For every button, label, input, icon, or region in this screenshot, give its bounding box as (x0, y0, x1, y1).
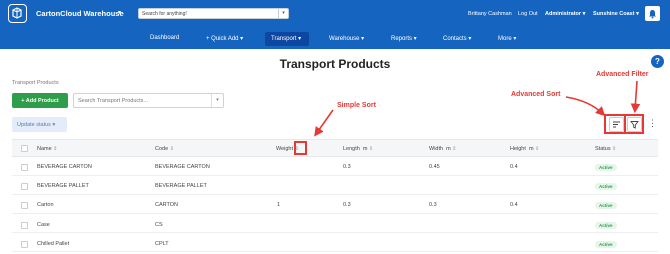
cell-width: 0.45 (429, 164, 440, 170)
advanced-filter-arrow (630, 80, 641, 114)
header-name[interactable]: Name ⇕ (37, 146, 57, 152)
cell-length: 0.3 (343, 164, 351, 170)
table-row[interactable] (12, 195, 658, 214)
sort-icon[interactable]: ⇕ (369, 146, 373, 152)
row-checkbox[interactable] (21, 164, 28, 171)
header-code[interactable]: Code ⇕ (155, 146, 174, 152)
table-row[interactable] (12, 214, 658, 233)
cell-code: CS (155, 222, 163, 228)
sort-icon[interactable]: ⇕ (612, 146, 616, 152)
status-badge: Active (595, 241, 617, 248)
table-header (12, 139, 658, 157)
status-badge: Active (595, 183, 617, 190)
header-length[interactable]: Length m ⇕ (343, 146, 373, 152)
cell-code: BEVERAGE CARTON (155, 164, 210, 170)
cell-code: CPLT (155, 241, 169, 247)
row-checkbox[interactable] (21, 183, 28, 190)
cell-name[interactable]: Carton (37, 202, 54, 208)
header-height[interactable]: Height m ⇕ (510, 146, 539, 152)
row-checkbox[interactable] (21, 202, 28, 209)
cell-weight: 1 (277, 202, 281, 208)
status-badge: Active (595, 202, 617, 209)
row-checkbox[interactable] (21, 222, 28, 229)
select-all-checkbox[interactable] (21, 145, 28, 152)
cell-width: 0.3 (429, 202, 437, 208)
table-row[interactable] (12, 176, 658, 195)
simple-sort-arrow (314, 109, 334, 137)
cell-name[interactable]: Chilled Pallet (37, 241, 69, 247)
cell-code: BEVERAGE PALLET (155, 183, 207, 189)
cell-name[interactable]: Case (37, 222, 50, 228)
sort-icon[interactable]: ⇕ (452, 146, 456, 152)
advanced-sort-arrow (565, 96, 606, 117)
cell-code: CARTON (155, 202, 179, 208)
sort-icon[interactable]: ⇕ (53, 146, 57, 152)
cell-height: 0.4 (510, 202, 518, 208)
cell-height: 0.4 (510, 164, 518, 170)
sort-icon[interactable]: ⇕ (535, 146, 539, 152)
cell-name[interactable]: BEVERAGE PALLET (37, 183, 89, 189)
simple-sort-highlight (294, 141, 307, 155)
header-status[interactable]: Status ⇕ (595, 146, 616, 152)
cell-length: 0.3 (343, 202, 351, 208)
status-badge: Active (595, 164, 617, 171)
cell-name[interactable]: BEVERAGE CARTON (37, 164, 92, 170)
table-row[interactable] (12, 157, 658, 176)
row-checkbox[interactable] (21, 241, 28, 248)
header-width[interactable]: Width m ⇕ (429, 146, 456, 152)
table-row[interactable] (12, 233, 658, 252)
sort-icon[interactable]: ⇕ (170, 146, 174, 152)
status-badge: Active (595, 222, 617, 229)
